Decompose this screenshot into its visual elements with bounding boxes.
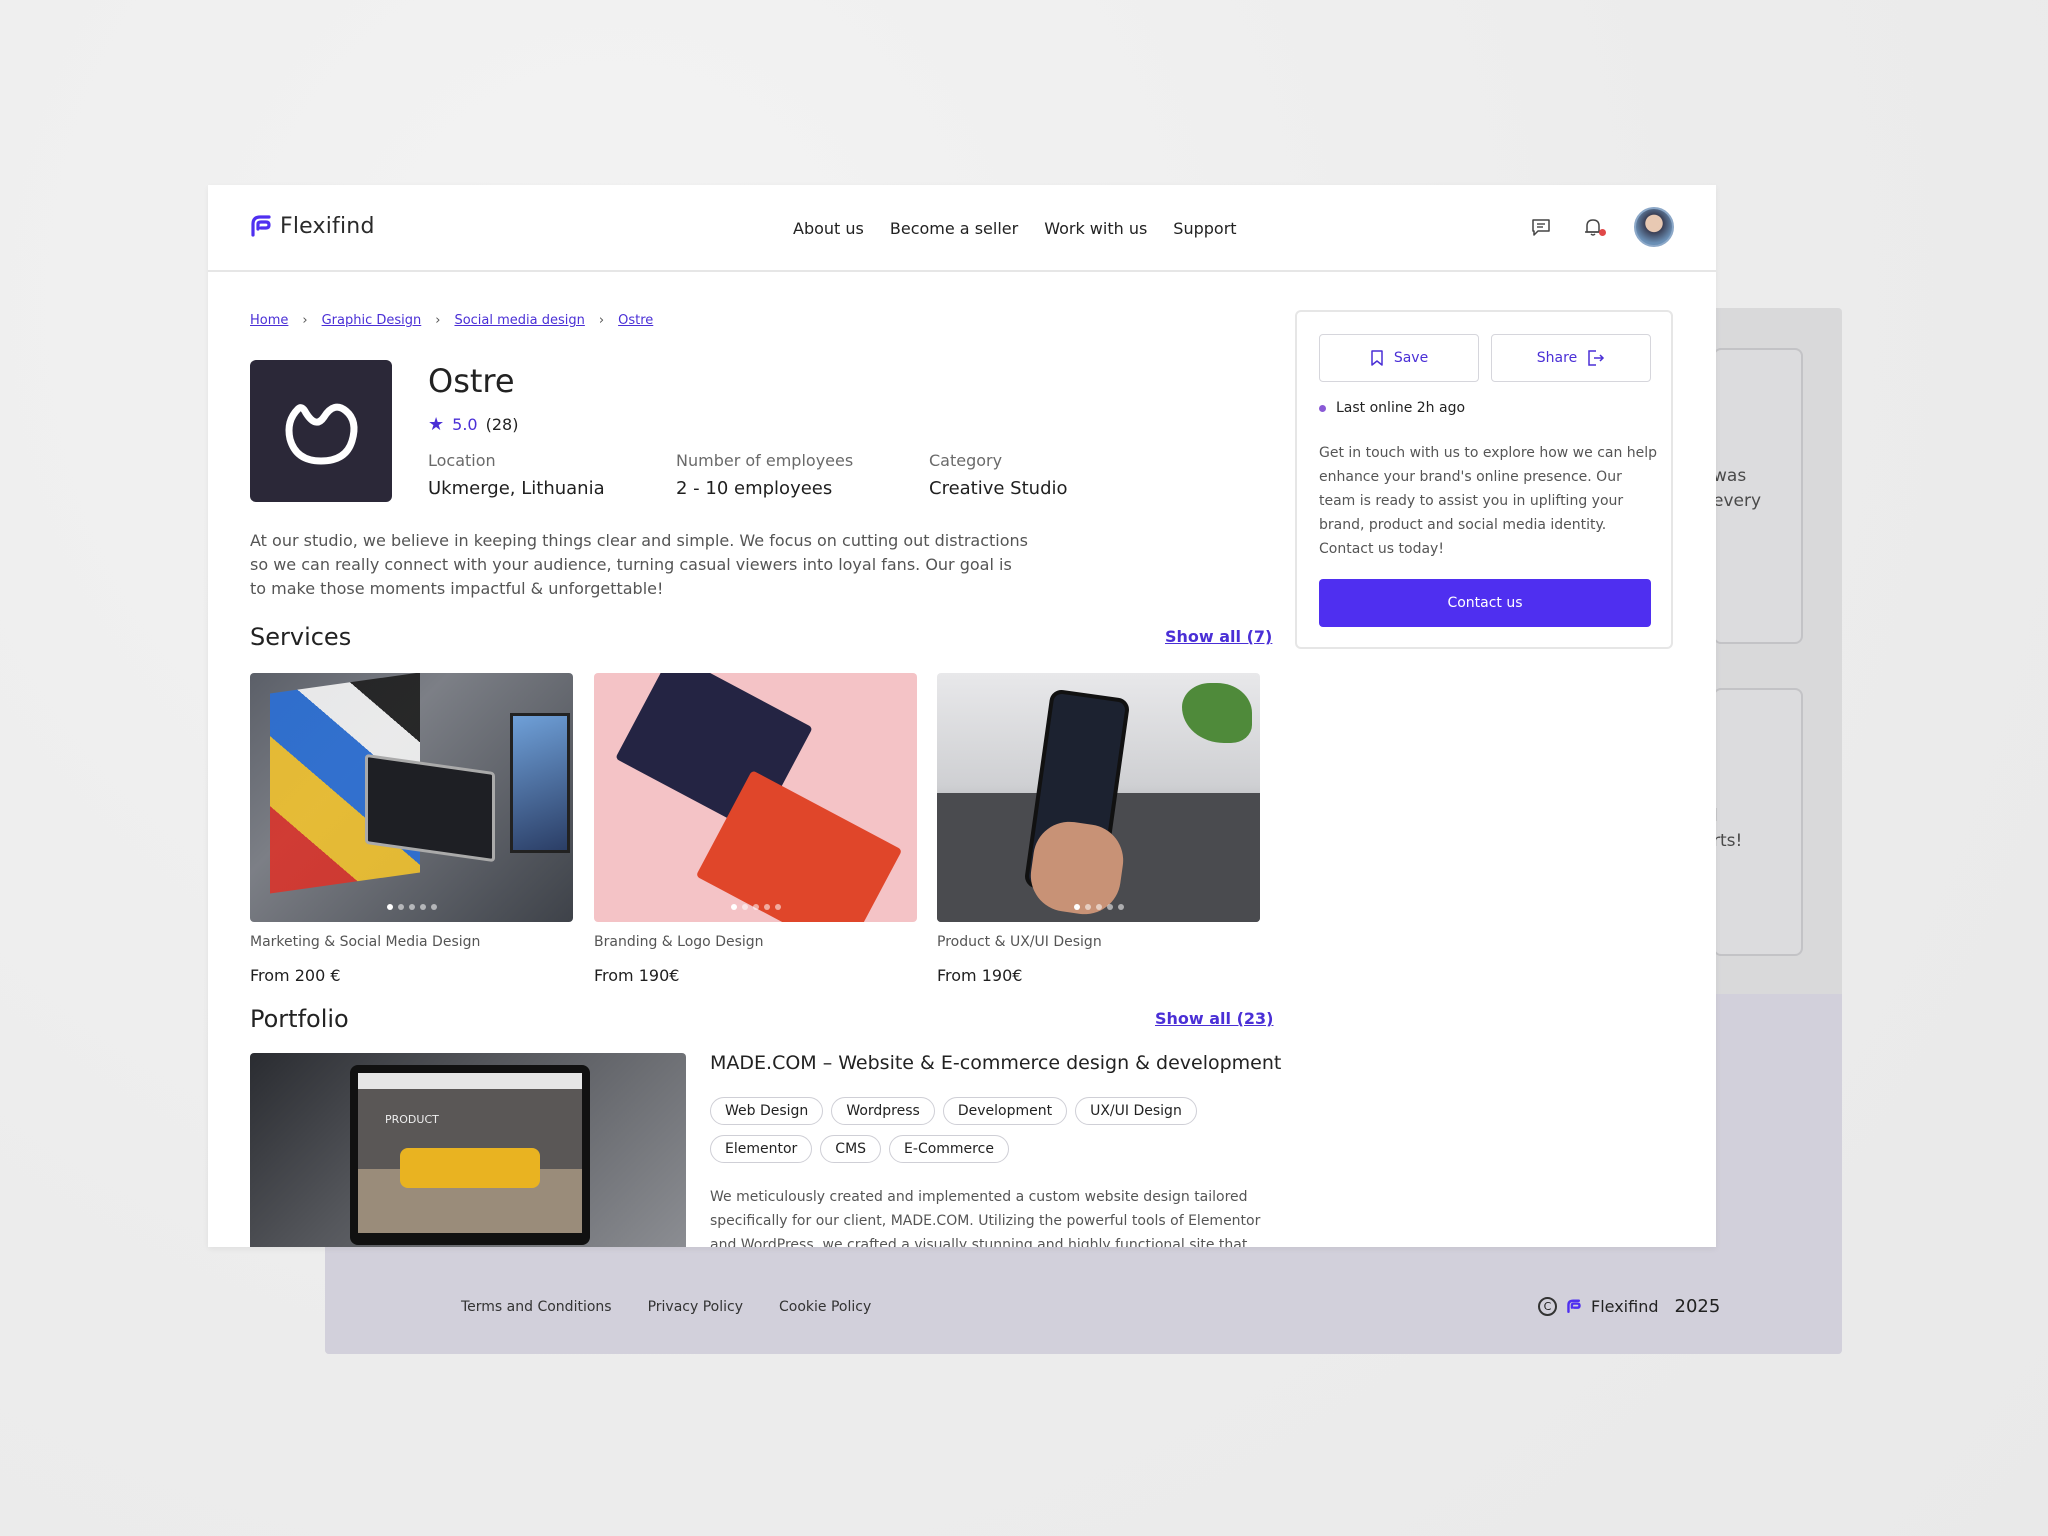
footer-link-privacy[interactable]: Privacy Policy <box>648 1299 743 1315</box>
footer-brand: C Flexifind 2025 <box>1538 1296 1720 1317</box>
nav-work-with-us[interactable]: Work with us <box>1044 219 1147 238</box>
main-nav: About us Become a seller Work with us Su… <box>793 219 1237 238</box>
footer-year: 2025 <box>1674 1296 1721 1317</box>
ghost-review-text: was every <box>1713 466 1762 511</box>
chat-icon[interactable] <box>1530 216 1552 238</box>
notification-bell[interactable] <box>1582 216 1606 238</box>
nav-support[interactable]: Support <box>1173 219 1236 238</box>
chevron-right-icon: › <box>598 313 605 328</box>
location-value: Ukmerge, Lithuania <box>428 478 605 499</box>
service-price: From 200 € <box>250 966 341 985</box>
service-price: From 190€ <box>937 966 1023 985</box>
tag[interactable]: Wordpress <box>831 1097 935 1125</box>
share-label: Share <box>1536 350 1578 366</box>
employees-label: Number of employees <box>676 451 854 470</box>
portfolio-show-all-link[interactable]: Show all (23) <box>1155 1009 1273 1028</box>
portfolio-image[interactable]: PRODUCT <box>250 1053 686 1247</box>
carousel-dots[interactable] <box>730 904 781 910</box>
contact-us-button[interactable]: Contact us <box>1319 579 1651 627</box>
service-card[interactable]: Product & UX/UI Design From 190€ <box>937 673 1260 985</box>
main-card: Flexifind About us Become a seller Work … <box>208 185 1716 1247</box>
breadcrumb-home[interactable]: Home <box>250 313 288 328</box>
breadcrumb-social-media-design[interactable]: Social media design <box>454 313 584 328</box>
service-image <box>937 673 1260 922</box>
notification-dot <box>1599 229 1606 236</box>
ghost-review-text: l rts! <box>1713 806 1743 851</box>
tag[interactable]: CMS <box>820 1135 882 1163</box>
service-category: Marketing & Social Media Design <box>250 934 481 950</box>
employees-value: 2 - 10 employees <box>676 478 833 499</box>
tag[interactable]: Web Design <box>710 1097 824 1125</box>
service-image <box>594 673 917 922</box>
service-image <box>250 673 573 922</box>
ostre-logo-icon <box>285 403 358 465</box>
service-category: Branding & Logo Design <box>594 934 764 950</box>
carousel-dots[interactable] <box>1073 904 1124 910</box>
carousel-dots[interactable] <box>386 904 437 910</box>
star-icon: ★ <box>428 414 445 435</box>
top-navigation-bar: Flexifind About us Become a seller Work … <box>208 185 1716 272</box>
bookmark-icon <box>1371 350 1383 366</box>
online-text: Last online 2h ago <box>1336 400 1466 416</box>
portfolio-item-title[interactable]: MADE.COM – Website & E-commerce design &… <box>710 1052 1281 1074</box>
service-card[interactable]: Marketing & Social Media Design From 200… <box>250 673 573 985</box>
breadcrumb-ostre[interactable]: Ostre <box>618 313 653 328</box>
status-dot <box>1319 404 1326 412</box>
service-card[interactable]: Branding & Logo Design From 190€ <box>594 673 917 985</box>
footer-link-cookie[interactable]: Cookie Policy <box>779 1299 871 1315</box>
portfolio-title: Portfolio <box>250 1005 349 1033</box>
service-category: Product & UX/UI Design <box>937 934 1102 950</box>
brand-name: Flexifind <box>280 213 375 239</box>
top-actions <box>1530 207 1674 247</box>
tag[interactable]: UX/UI Design <box>1075 1097 1197 1125</box>
chevron-right-icon: › <box>435 313 441 328</box>
online-status: Last online 2h ago <box>1319 400 1465 416</box>
nav-become-seller[interactable]: Become a seller <box>890 219 1018 238</box>
tag[interactable]: E-Commerce <box>889 1135 1009 1163</box>
meta-employees: Number of employees 2 - 10 employees <box>676 451 853 499</box>
review-count: (28) <box>485 415 519 434</box>
copyright-icon: C <box>1538 1297 1557 1316</box>
user-avatar[interactable] <box>1634 207 1674 247</box>
site-logo[interactable]: Flexifind <box>248 213 375 239</box>
breadcrumb-graphic-design[interactable]: Graphic Design <box>322 313 422 328</box>
meta-location: Location Ukmerge, Lithuania <box>428 451 605 499</box>
category-label: Category <box>929 451 1003 470</box>
share-icon <box>1588 350 1605 366</box>
studio-description: At our studio, we believe in keeping thi… <box>250 531 1029 598</box>
flexifind-logo-icon <box>251 215 271 237</box>
portfolio-description: We meticulously created and implemented … <box>710 1189 1261 1247</box>
flexifind-logo-icon <box>1567 1299 1581 1313</box>
studio-name: Ostre <box>428 362 515 400</box>
service-price: From 190€ <box>594 966 680 985</box>
chevron-right-icon: › <box>302 313 308 328</box>
panel-description: Get in touch with us to explore how we c… <box>1319 445 1658 557</box>
studio-logo <box>250 360 392 502</box>
rating-score: 5.0 <box>452 415 478 434</box>
footer-brand-name: Flexifind <box>1591 1297 1659 1316</box>
contact-panel: Save Share Last online 2h ago Get in tou… <box>1295 310 1673 649</box>
portfolio-tags: Web Design Wordpress Development UX/UI D… <box>710 1097 1250 1163</box>
footer-links: Terms and Conditions Privacy Policy Cook… <box>461 1299 871 1315</box>
location-label: Location <box>428 451 496 470</box>
footer-link-terms[interactable]: Terms and Conditions <box>461 1299 612 1315</box>
breadcrumb: Home › Graphic Design › Social media des… <box>250 313 653 328</box>
tag[interactable]: Elementor <box>710 1135 813 1163</box>
share-button[interactable]: Share <box>1491 334 1651 382</box>
save-button[interactable]: Save <box>1319 334 1479 382</box>
services-show-all-link[interactable]: Show all (7) <box>1165 627 1272 646</box>
category-value: Creative Studio <box>929 478 1068 499</box>
save-label: Save <box>1393 350 1429 366</box>
studio-rating: ★ 5.0 (28) <box>428 414 518 435</box>
tag[interactable]: Development <box>942 1097 1068 1125</box>
nav-about-us[interactable]: About us <box>793 219 864 238</box>
services-title: Services <box>250 623 352 651</box>
meta-category: Category Creative Studio <box>929 451 1068 499</box>
